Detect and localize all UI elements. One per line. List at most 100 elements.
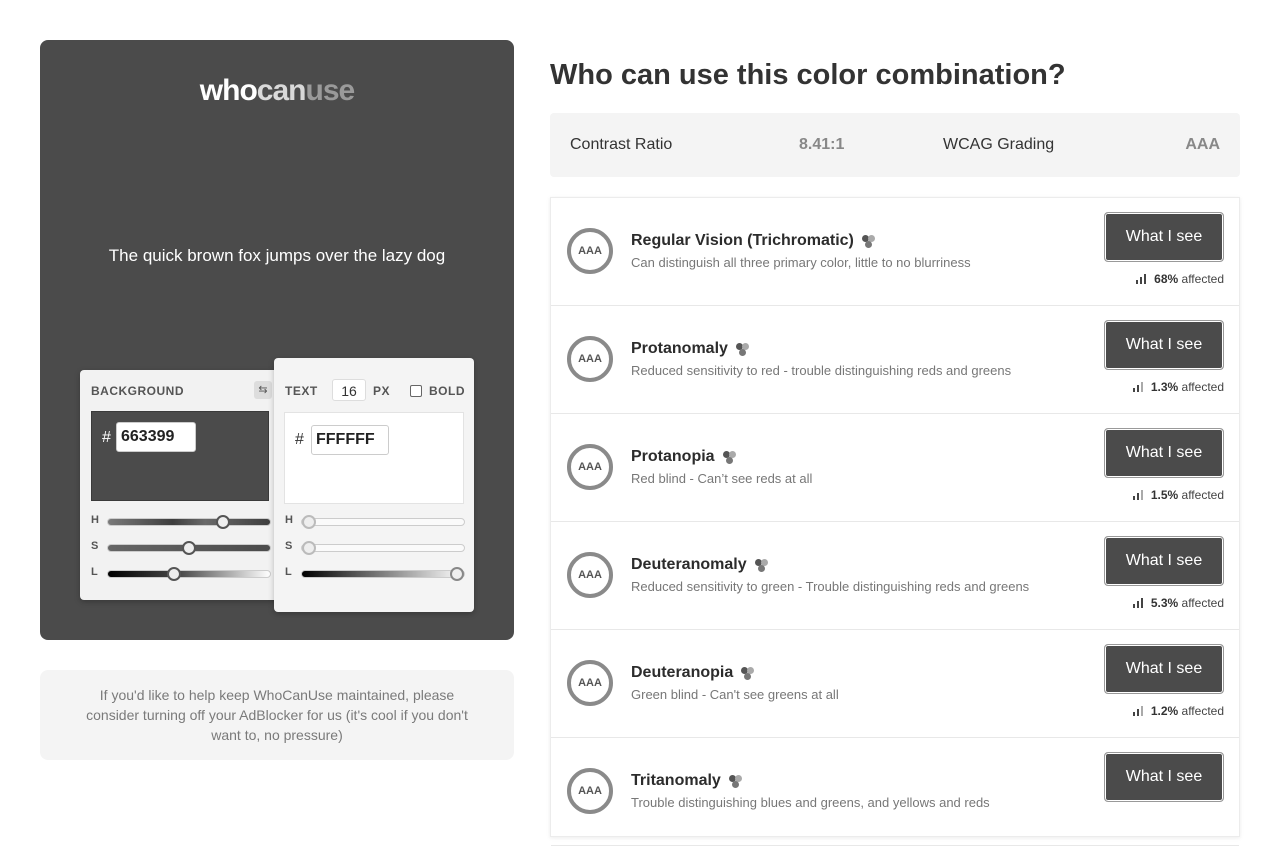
background-saturation-slider[interactable]: S: [91, 540, 271, 555]
signal-bars-icon: [1132, 598, 1145, 608]
slider-knob[interactable]: [182, 541, 196, 555]
bold-checkbox[interactable]: [410, 385, 422, 397]
vision-description: Reduced sensitivity to green - Trouble d…: [631, 579, 1030, 594]
grade-badge: AAA: [567, 336, 613, 382]
slider-track: [301, 541, 465, 555]
vision-row: AAA Protanopia Red blind - Can’t see red…: [551, 414, 1239, 522]
background-hex-input[interactable]: 663399: [116, 422, 196, 452]
signal-bars-icon: [1132, 382, 1145, 392]
vision-name: Tritanomaly: [631, 772, 745, 790]
vision-row: AAA Protanomaly Reduced sensitivity to r…: [551, 306, 1239, 414]
contrast-stats-bar: Contrast Ratio 8.41:1 WCAG Grading AAA: [550, 113, 1240, 177]
text-hue-slider[interactable]: H: [285, 514, 465, 529]
affected-label: affected: [1181, 488, 1224, 502]
affected-percent: 68%: [1154, 272, 1179, 286]
wcag-grading-value: AAA: [1185, 136, 1220, 153]
color-dots-icon: [735, 342, 752, 356]
color-dots-icon: [861, 234, 878, 248]
affected-stat: 68% affected: [1136, 272, 1224, 286]
slider-knob[interactable]: [216, 515, 231, 529]
vision-description: Trouble distinguishing blues and greens,…: [631, 795, 990, 810]
color-dots-icon: [728, 774, 745, 788]
slider-track: [107, 541, 271, 555]
grade-badge: AAA: [567, 552, 613, 598]
logo-part-use: use: [305, 74, 356, 107]
text-saturation-slider[interactable]: S: [285, 540, 465, 555]
contrast-ratio-value: 8.41:1: [799, 136, 845, 153]
vision-description: Reduced sensitivity to red - trouble dis…: [631, 363, 1012, 378]
adblocker-notice: If you'd like to help keep WhoCanUse mai…: [40, 670, 514, 760]
slider-label: S: [285, 540, 293, 552]
affected-stat: 1.2% affected: [1132, 704, 1224, 718]
vision-description: Can distinguish all three primary color,…: [631, 255, 971, 270]
affected-percent: 1.2%: [1150, 704, 1179, 718]
color-preview-panel: whocanuse The quick brown fox jumps over…: [40, 40, 514, 640]
slider-track: [301, 515, 465, 529]
px-unit-label: PX: [373, 384, 391, 398]
hash-symbol: #: [295, 431, 304, 448]
color-dots-icon: [754, 558, 771, 572]
color-dots-icon: [741, 666, 757, 680]
grade-badge: AAA: [567, 768, 613, 814]
slider-knob[interactable]: [450, 567, 464, 581]
logo-part-can: can: [256, 74, 307, 107]
signal-bars-icon: [1136, 274, 1148, 284]
background-color-card: BACKGROUND ⇆ # 663399 H S L: [80, 370, 280, 600]
text-color-card: TEXT 16 PX BOLD # FFFFFF H S L: [274, 358, 474, 612]
what-i-see-button[interactable]: What I see: [1104, 536, 1224, 586]
swap-colors-icon[interactable]: ⇆: [254, 381, 272, 399]
what-i-see-button[interactable]: What I see: [1104, 320, 1224, 370]
color-dots-icon: [722, 450, 739, 464]
background-hue-slider[interactable]: H: [91, 514, 271, 529]
bold-label: BOLD: [429, 384, 465, 398]
vision-name: Regular Vision (Trichromatic): [631, 232, 878, 250]
contrast-ratio-label: Contrast Ratio: [570, 136, 673, 153]
slider-knob[interactable]: [302, 515, 316, 529]
affected-percent: 5.3%: [1150, 596, 1179, 610]
affected-percent: 1.3%: [1150, 380, 1179, 394]
what-i-see-button[interactable]: What I see: [1104, 644, 1224, 694]
what-i-see-button[interactable]: What I see: [1104, 212, 1224, 262]
vision-name-text: Deuteranopia: [631, 664, 734, 681]
affected-stat: 1.3% affected: [1132, 380, 1224, 394]
text-swatch: # FFFFFF: [284, 412, 464, 504]
vision-name: Deuteranomaly: [631, 556, 771, 574]
hash-symbol: #: [102, 429, 111, 446]
text-label: TEXT: [285, 384, 318, 398]
whocanuse-logo[interactable]: whocanuse: [40, 74, 514, 108]
background-lightness-slider[interactable]: L: [91, 566, 271, 581]
slider-knob[interactable]: [167, 567, 182, 581]
background-swatch: # 663399: [91, 411, 269, 501]
vision-row: AAA Regular Vision (Trichromatic) Can di…: [551, 198, 1239, 306]
font-size-input[interactable]: 16: [332, 379, 366, 401]
sample-text: The quick brown fox jumps over the lazy …: [108, 246, 446, 265]
vision-name: Protanopia: [631, 448, 739, 466]
slider-label: H: [285, 514, 293, 526]
vision-description: Red blind - Can’t see reds at all: [631, 471, 813, 486]
vision-row: AAA Deuteranopia Green blind - Can't see…: [551, 630, 1239, 738]
affected-stat: 1.5% affected: [1132, 488, 1224, 502]
slider-knob[interactable]: [302, 541, 316, 555]
wcag-grading-label: WCAG Grading: [943, 136, 1055, 153]
slider-track: [301, 567, 465, 581]
vision-types-list: AAA Regular Vision (Trichromatic) Can di…: [550, 197, 1240, 846]
grade-badge: AAA: [567, 228, 613, 274]
text-lightness-slider[interactable]: L: [285, 566, 465, 581]
logo-part-who: who: [199, 74, 258, 107]
signal-bars-icon: [1132, 706, 1145, 716]
slider-label: H: [91, 514, 99, 526]
background-label: BACKGROUND: [91, 384, 184, 398]
what-i-see-button[interactable]: What I see: [1104, 428, 1224, 478]
affected-label: affected: [1181, 272, 1224, 286]
grade-badge: AAA: [567, 660, 613, 706]
slider-track: [107, 515, 271, 529]
vision-name-text: Tritanomaly: [631, 772, 721, 789]
what-i-see-button[interactable]: What I see: [1104, 752, 1224, 802]
vision-name-text: Protanomaly: [631, 340, 728, 357]
slider-track: [107, 567, 271, 581]
text-hex-input[interactable]: FFFFFF: [311, 425, 389, 455]
affected-label: affected: [1181, 704, 1224, 718]
vision-name-text: Regular Vision (Trichromatic): [631, 232, 854, 249]
grade-badge: AAA: [567, 444, 613, 490]
slider-label: S: [91, 540, 99, 552]
